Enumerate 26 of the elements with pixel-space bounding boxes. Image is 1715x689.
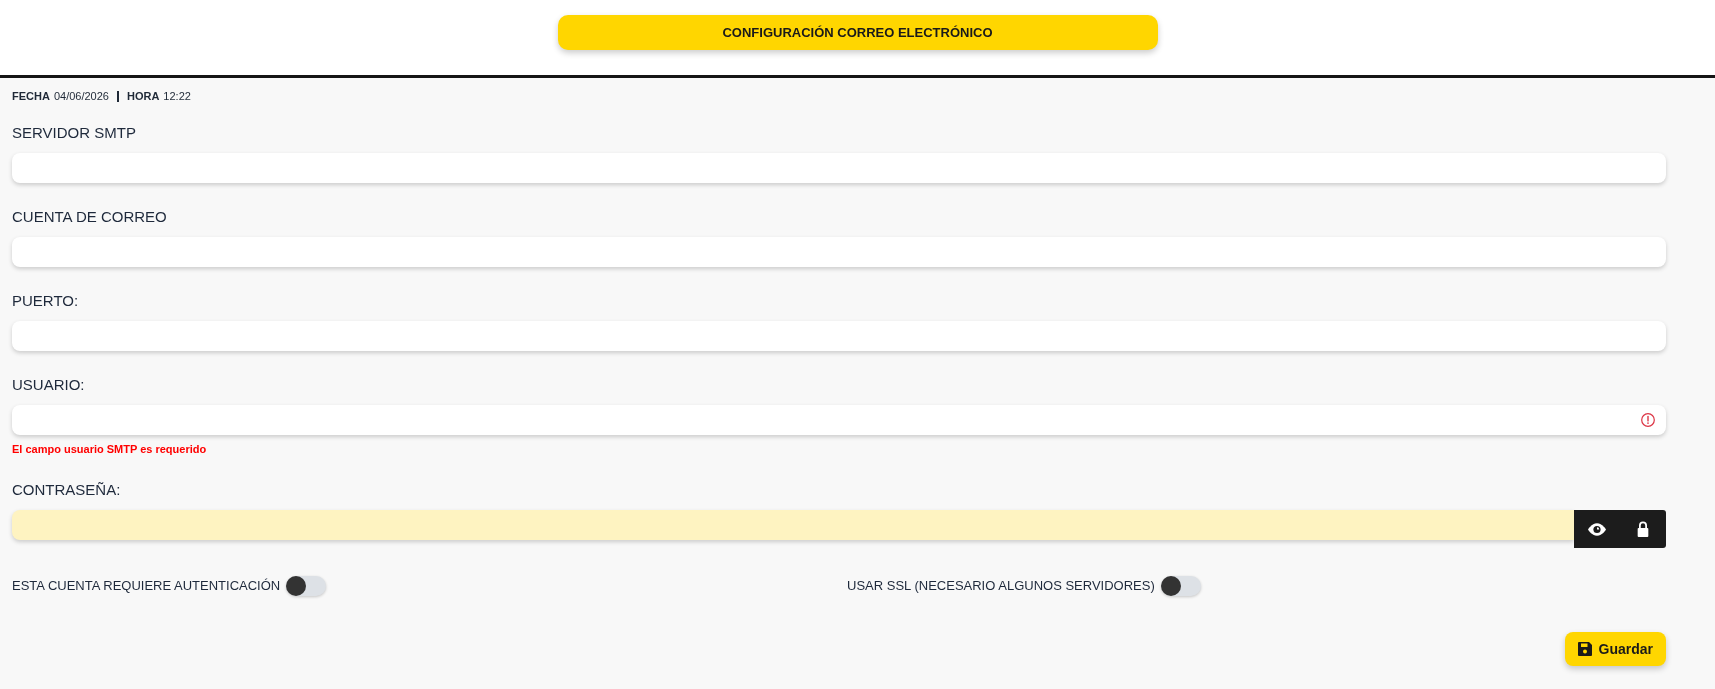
error-message: El campo usuario SMTP es requerido [12, 442, 208, 456]
field-label: CUENTA DE CORREO [12, 207, 168, 227]
toggle-switch[interactable] [1160, 576, 1201, 596]
field-label: USUARIO: [12, 375, 86, 395]
field-label: SERVIDOR SMTP [12, 123, 137, 143]
input-field[interactable] [12, 321, 1666, 351]
padlock-icon [1637, 521, 1649, 537]
lock-button[interactable] [1620, 510, 1666, 548]
input-field[interactable] [12, 237, 1666, 267]
input-field[interactable] [12, 405, 1666, 435]
eye-icon [1588, 522, 1606, 536]
field-label: CONTRASEÑA: [12, 480, 122, 500]
error-icon [1641, 413, 1655, 427]
page-title: CONFIGURACIÓN CORREO ELECTRÓNICO [557, 15, 1158, 50]
password-field[interactable] [12, 510, 1574, 540]
show-password-button[interactable] [1574, 510, 1620, 548]
save-button[interactable]: Guardar [1564, 632, 1666, 666]
datetime-label: FECHA [12, 88, 50, 104]
datetime-value: 12:22 [163, 88, 191, 104]
datetime-label: HORA [126, 88, 160, 104]
toggle-label: USAR SSL (NECESARIO ALGUNOS SERVIDORES) [847, 577, 1155, 596]
toggle-switch[interactable] [286, 576, 327, 596]
input-field[interactable] [12, 153, 1666, 183]
datetime-value: 04/06/2026 [53, 88, 109, 104]
toggle-label: ESTA CUENTA REQUIERE AUTENTICACIÓN [12, 577, 281, 596]
field-label: PUERTO: [12, 291, 80, 311]
